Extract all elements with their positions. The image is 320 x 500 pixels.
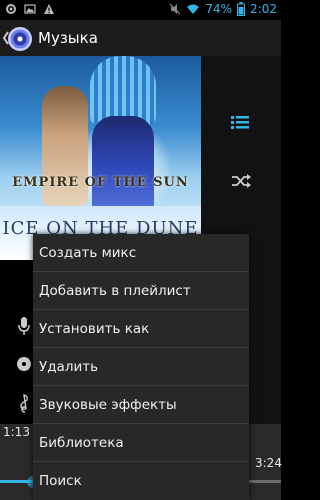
shuffle-icon[interactable] <box>231 173 251 189</box>
seek-bar-remaining[interactable] <box>249 480 281 483</box>
status-bar: 74% 2:02 <box>0 0 281 20</box>
album-art[interactable]: EMPIRE OF THE SUN ICE ON THE DUNE <box>0 56 201 260</box>
image-icon <box>24 4 36 14</box>
elapsed-time: 1:13 <box>3 425 30 439</box>
wifi-icon <box>187 4 200 14</box>
menu-item-library[interactable]: Библиотека <box>33 424 249 462</box>
artist-logo: EMPIRE OF THE SUN <box>0 176 201 190</box>
battery-icon <box>237 2 246 16</box>
mute-icon <box>169 3 181 15</box>
artist-logo-text: EMPIRE OF THE SUN <box>12 175 189 190</box>
options-menu: Создать микс Добавить в плейлист Установ… <box>33 234 249 500</box>
system-icons: 74% 2:02 <box>169 2 277 16</box>
menu-item-add-to-playlist[interactable]: Добавить в плейлист <box>33 272 249 310</box>
disc-icon[interactable] <box>16 354 32 374</box>
treble-clef-icon[interactable] <box>16 393 32 413</box>
clock: 2:02 <box>250 2 277 16</box>
microphone-icon[interactable] <box>16 316 32 336</box>
album-art-figure-right <box>92 116 154 216</box>
battery-percent: 74% <box>205 2 233 16</box>
warning-icon <box>44 4 54 14</box>
page-title: Музыка <box>38 29 98 47</box>
action-bar: Музыка <box>0 20 281 56</box>
now-playing-list-icon[interactable] <box>231 114 249 130</box>
menu-item-set-as[interactable]: Установить как <box>33 310 249 348</box>
total-duration: 3:24 <box>255 456 282 470</box>
music-app-icon[interactable] <box>8 27 32 51</box>
menu-item-delete[interactable]: Удалить <box>33 348 249 386</box>
notification-icons <box>5 3 55 15</box>
menu-item-create-mix[interactable]: Создать микс <box>33 234 249 272</box>
settings-icon <box>6 4 16 14</box>
menu-item-search[interactable]: Поиск <box>33 462 249 500</box>
menu-item-sound-effects[interactable]: Звуковые эффекты <box>33 386 249 424</box>
